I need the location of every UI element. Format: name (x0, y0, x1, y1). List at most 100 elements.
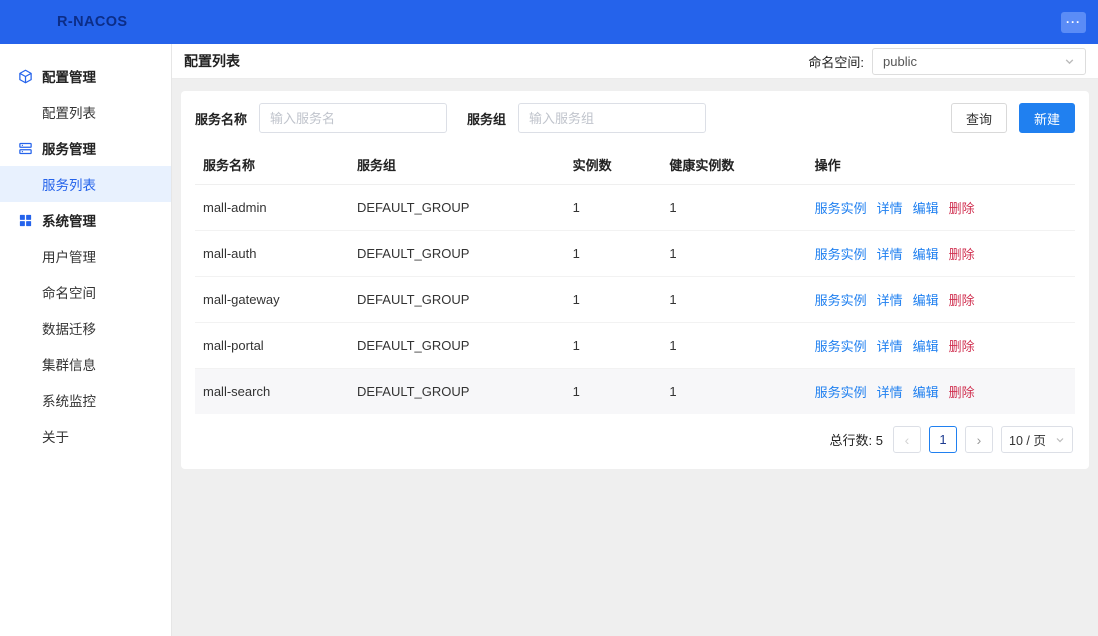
service-group-cell: DEFAULT_GROUP (349, 369, 565, 415)
brand-logo: R-NACOS (57, 14, 127, 30)
app-header: R-NACOS ··· (0, 0, 1098, 44)
service-name-cell: mall-search (195, 369, 349, 415)
healthy-count-cell: 1 (661, 369, 806, 415)
sidebar-group-config-management[interactable]: 配置管理 (0, 58, 171, 94)
chevron-down-icon (1064, 56, 1075, 67)
page-size-value: 10 / 页 (1009, 430, 1046, 449)
page-size-select[interactable]: 10 / 页 (1001, 426, 1073, 453)
app-window: R-NACOS ··· 配置管理 配置列表 服务管理 服务列表 (0, 0, 1098, 636)
instance-count-cell: 1 (565, 185, 662, 231)
namespace-label: 命名空间: (808, 52, 864, 71)
sidebar-item-data-migration[interactable]: 数据迁移 (0, 310, 171, 346)
actions-cell: 服务实例详情编辑删除 (807, 323, 1075, 369)
service-group-cell: DEFAULT_GROUP (349, 185, 565, 231)
edit-link[interactable]: 编辑 (913, 385, 939, 400)
current-page-button[interactable]: 1 (929, 426, 957, 453)
table-row: mall-authDEFAULT_GROUP11服务实例详情编辑删除 (195, 231, 1075, 277)
delete-link[interactable]: 删除 (949, 339, 975, 354)
namespace-picker: 命名空间: public (808, 48, 1086, 75)
table-row: mall-portalDEFAULT_GROUP11服务实例详情编辑删除 (195, 323, 1075, 369)
filter-row: 服务名称 服务组 查询 新建 (195, 103, 1075, 133)
detail-link[interactable]: 详情 (877, 247, 903, 262)
instance-count-cell: 1 (565, 277, 662, 323)
sidebar-item-about[interactable]: 关于 (0, 418, 171, 454)
actions-cell: 服务实例详情编辑删除 (807, 185, 1075, 231)
table-row: mall-gatewayDEFAULT_GROUP11服务实例详情编辑删除 (195, 277, 1075, 323)
service-management-icon (18, 141, 33, 156)
service-instances-link[interactable]: 服务实例 (815, 201, 867, 216)
query-button[interactable]: 查询 (951, 103, 1007, 133)
service-name-label: 服务名称 (195, 109, 247, 128)
service-name-cell: mall-gateway (195, 277, 349, 323)
edit-link[interactable]: 编辑 (913, 293, 939, 308)
delete-link[interactable]: 删除 (949, 293, 975, 308)
healthy-count-cell: 1 (661, 323, 806, 369)
table-header-row: 服务名称 服务组 实例数 健康实例数 操作 (195, 145, 1075, 185)
service-name-input[interactable] (259, 103, 447, 133)
main-area: 配置列表 命名空间: public 服务名称 (172, 44, 1098, 636)
sidebar-item-system-monitor[interactable]: 系统监控 (0, 382, 171, 418)
healthy-count-cell: 1 (661, 231, 806, 277)
prev-page-button[interactable]: ‹ (893, 426, 921, 453)
pagination: 总行数: 5 ‹ 1 › 10 / 页 (195, 414, 1075, 461)
service-group-cell: DEFAULT_GROUP (349, 231, 565, 277)
sidebar-item-config-list[interactable]: 配置列表 (0, 94, 171, 130)
service-instances-link[interactable]: 服务实例 (815, 247, 867, 262)
service-name-cell: mall-auth (195, 231, 349, 277)
detail-link[interactable]: 详情 (877, 339, 903, 354)
service-table-head: 服务名称 服务组 实例数 健康实例数 操作 (195, 145, 1075, 185)
chevron-down-icon (1055, 435, 1065, 445)
create-button[interactable]: 新建 (1019, 103, 1075, 133)
delete-link[interactable]: 删除 (949, 247, 975, 262)
col-service-group: 服务组 (349, 145, 565, 185)
service-instances-link[interactable]: 服务实例 (815, 385, 867, 400)
namespace-select[interactable]: public (872, 48, 1086, 75)
table-row: mall-adminDEFAULT_GROUP11服务实例详情编辑删除 (195, 185, 1075, 231)
healthy-count-cell: 1 (661, 185, 806, 231)
next-page-button[interactable]: › (965, 426, 993, 453)
service-instances-link[interactable]: 服务实例 (815, 339, 867, 354)
sidebar-group-label: 配置管理 (42, 66, 96, 86)
edit-link[interactable]: 编辑 (913, 201, 939, 216)
total-rows-text: 总行数: 5 (830, 430, 883, 449)
service-instances-link[interactable]: 服务实例 (815, 293, 867, 308)
actions-cell: 服务实例详情编辑删除 (807, 369, 1075, 415)
more-menu-button[interactable]: ··· (1061, 12, 1086, 33)
service-list-card: 服务名称 服务组 查询 新建 (181, 91, 1089, 469)
page-title: 配置列表 (184, 51, 240, 71)
delete-link[interactable]: 删除 (949, 201, 975, 216)
detail-link[interactable]: 详情 (877, 385, 903, 400)
content-topbar: 配置列表 命名空间: public (172, 44, 1098, 79)
sidebar-item-cluster-info[interactable]: 集群信息 (0, 346, 171, 382)
service-group-input[interactable] (518, 103, 706, 133)
sidebar-group-system-management[interactable]: 系统管理 (0, 202, 171, 238)
sidebar-item-service-list[interactable]: 服务列表 (0, 166, 171, 202)
edit-link[interactable]: 编辑 (913, 247, 939, 262)
service-group-label: 服务组 (467, 109, 506, 128)
instance-count-cell: 1 (565, 369, 662, 415)
namespace-selected-value: public (883, 54, 917, 69)
config-management-icon (18, 69, 33, 84)
detail-link[interactable]: 详情 (877, 201, 903, 216)
actions-cell: 服务实例详情编辑删除 (807, 277, 1075, 323)
detail-link[interactable]: 详情 (877, 293, 903, 308)
sidebar-item-namespace[interactable]: 命名空间 (0, 274, 171, 310)
healthy-count-cell: 1 (661, 277, 806, 323)
sidebar: 配置管理 配置列表 服务管理 服务列表 系统管理 用户管理 命名空间 数据迁移 … (0, 44, 172, 636)
delete-link[interactable]: 删除 (949, 385, 975, 400)
instance-count-cell: 1 (565, 323, 662, 369)
sidebar-group-service-management[interactable]: 服务管理 (0, 130, 171, 166)
content-area: 服务名称 服务组 查询 新建 (172, 79, 1098, 636)
sidebar-item-user-management[interactable]: 用户管理 (0, 238, 171, 274)
service-group-cell: DEFAULT_GROUP (349, 277, 565, 323)
instance-count-cell: 1 (565, 231, 662, 277)
actions-cell: 服务实例详情编辑删除 (807, 231, 1075, 277)
service-name-cell: mall-admin (195, 185, 349, 231)
col-healthy-count: 健康实例数 (661, 145, 806, 185)
edit-link[interactable]: 编辑 (913, 339, 939, 354)
service-group-cell: DEFAULT_GROUP (349, 323, 565, 369)
service-table: 服务名称 服务组 实例数 健康实例数 操作 mall-adminDEFAULT_… (195, 145, 1075, 414)
system-management-icon (18, 213, 33, 228)
col-actions: 操作 (807, 145, 1075, 185)
service-table-body: mall-adminDEFAULT_GROUP11服务实例详情编辑删除mall-… (195, 185, 1075, 415)
